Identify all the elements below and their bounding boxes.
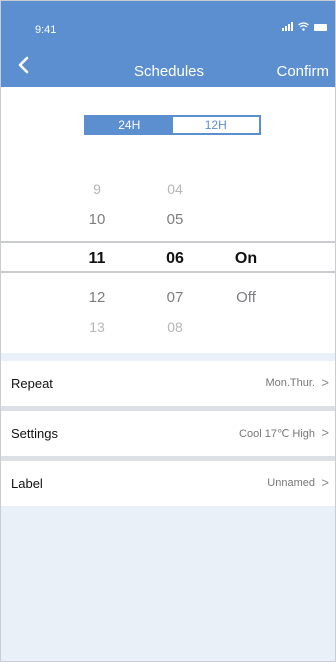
minute-item[interactable]: 08 — [145, 319, 205, 335]
signal-icon — [282, 22, 293, 31]
label-value: Unnamed — [267, 477, 315, 489]
repeat-label: Repeat — [11, 376, 53, 391]
app-screen: 9:41 Schedules Confirm 24H 12H 9 10 11 1… — [0, 0, 336, 662]
repeat-row[interactable]: Repeat Mon.Thur. > — [1, 361, 335, 406]
minute-item-selected[interactable]: 06 — [145, 250, 205, 268]
top-bar: 9:41 Schedules Confirm — [1, 1, 335, 87]
minute-item[interactable]: 04 — [145, 181, 205, 197]
label-row[interactable]: Label Unnamed > — [1, 461, 335, 506]
hour-item[interactable]: 10 — [67, 211, 127, 228]
hour-item[interactable]: 13 — [67, 319, 127, 335]
hour-item[interactable]: 12 — [67, 289, 127, 306]
wifi-icon — [298, 22, 309, 31]
settings-row[interactable]: Settings Cool 17℃ High > — [1, 411, 335, 456]
format-24h-option[interactable]: 24H — [86, 117, 173, 133]
status-icons — [282, 22, 327, 31]
settings-value: Cool 17℃ High — [239, 428, 315, 440]
repeat-value: Mon.Thur. — [265, 377, 315, 389]
confirm-button[interactable]: Confirm — [276, 63, 329, 80]
chevron-right-icon: > — [321, 475, 329, 490]
status-time: 9:41 — [35, 24, 57, 36]
label-label: Label — [11, 476, 43, 491]
selection-bottom-divider — [1, 271, 335, 273]
settings-label: Settings — [11, 426, 58, 441]
state-item-selected[interactable]: On — [216, 250, 276, 268]
minute-item[interactable]: 05 — [145, 211, 205, 228]
hour-item-selected[interactable]: 11 — [67, 250, 127, 268]
chevron-right-icon: > — [321, 375, 329, 390]
battery-icon — [314, 24, 327, 31]
chevron-right-icon: > — [321, 425, 329, 440]
format-12h-option[interactable]: 12H — [172, 117, 259, 133]
minute-item[interactable]: 07 — [145, 289, 205, 306]
hour-item[interactable]: 9 — [67, 181, 127, 197]
time-format-toggle[interactable]: 24H 12H — [84, 115, 261, 135]
selection-top-divider — [1, 241, 335, 243]
state-item[interactable]: Off — [216, 289, 276, 306]
time-picker: 24H 12H 9 10 11 12 13 04 05 06 07 08 On … — [1, 87, 335, 353]
